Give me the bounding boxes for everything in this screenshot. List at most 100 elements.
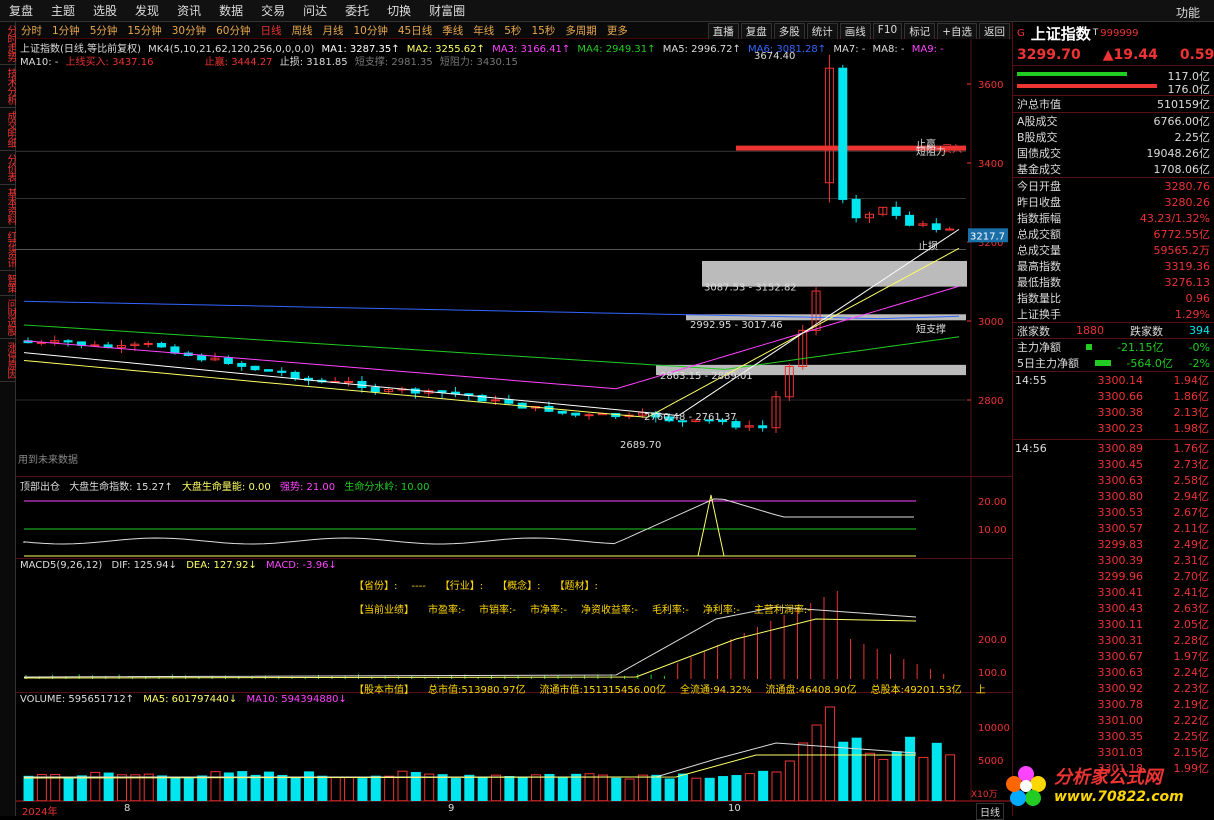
rows3-item-7: 指数量比 0.96 bbox=[1013, 290, 1214, 306]
axis-label: 100.0 bbox=[978, 668, 1007, 679]
volume-bar bbox=[691, 777, 702, 801]
vtab-8[interactable]: 涨停原因 bbox=[0, 339, 16, 382]
menu-item-9[interactable]: 切换 bbox=[387, 2, 411, 19]
period-16[interactable]: 更多 bbox=[607, 23, 628, 38]
vtab-4[interactable]: 基本资料 bbox=[0, 185, 16, 228]
tick-price: 3299.83 bbox=[1097, 537, 1144, 551]
tick-price: 3300.89 bbox=[1097, 441, 1144, 455]
period-14[interactable]: 15秒 bbox=[531, 23, 555, 38]
period-7[interactable]: 周线 bbox=[292, 23, 313, 38]
info-item: 【省份】: bbox=[354, 581, 398, 592]
chart-label: 2863.15 - 2889.01 bbox=[660, 371, 753, 382]
stat-label: B股成交 bbox=[1017, 131, 1058, 144]
chart-label: 2992.95 - 3017.46 bbox=[690, 320, 783, 331]
quote-change: ▲19.44 bbox=[1102, 46, 1158, 63]
menu-item-2[interactable]: 选股 bbox=[93, 2, 117, 19]
chart-area[interactable]: 上证指数(日线,等比前复权) MK4(5,10,21,62,120,256,0,… bbox=[16, 39, 1012, 820]
period-3[interactable]: 15分钟 bbox=[127, 23, 161, 38]
period-9[interactable]: 10分钟 bbox=[354, 23, 388, 38]
period-15[interactable]: 多周期 bbox=[565, 23, 597, 38]
tool-button-0[interactable]: 直播 bbox=[707, 23, 739, 40]
function-menu[interactable]: 功能 bbox=[1176, 4, 1200, 21]
rows3-item-3: 总成交额 6772.55亿 bbox=[1013, 226, 1214, 242]
menu-item-0[interactable]: 复盘 bbox=[9, 2, 33, 19]
tool-button-3[interactable]: 统计 bbox=[806, 23, 838, 40]
tick-list[interactable]: 14:55 3300.14 1.94亿 3300.66 1.86亿 3300.38 2.13… bbox=[1013, 372, 1214, 776]
buy-bar bbox=[1017, 72, 1127, 76]
quote-name[interactable]: 上证指数 bbox=[1031, 23, 1091, 44]
period-8[interactable]: 月线 bbox=[323, 23, 344, 38]
period-0[interactable]: 分时 bbox=[21, 23, 42, 38]
stat-value: 59565.2万 bbox=[1153, 244, 1211, 257]
info-item: 净利率:- bbox=[702, 605, 740, 616]
period-6[interactable]: 日线 bbox=[261, 23, 282, 38]
volume-bar bbox=[945, 754, 956, 801]
volume-bar bbox=[678, 773, 688, 801]
top-menu-bar: 复盘 主题 选股 发现 资讯 数据 交易 问达 委托 切换 财富圈 功能 bbox=[0, 0, 1214, 22]
period-5[interactable]: 60分钟 bbox=[216, 23, 250, 38]
candle-body bbox=[170, 346, 180, 354]
stat-value: 6772.55亿 bbox=[1153, 228, 1211, 241]
flow5-value: -564.0亿 bbox=[1126, 357, 1173, 370]
candle-body bbox=[557, 410, 567, 414]
tool-button-8[interactable]: 返回 bbox=[979, 23, 1010, 40]
candle-body bbox=[143, 342, 153, 345]
vtab-1[interactable]: 技术分析 bbox=[0, 65, 16, 108]
vtab-2[interactable]: 成交明细 bbox=[0, 108, 16, 151]
period-13[interactable]: 5秒 bbox=[504, 23, 521, 38]
quote-code: 999999 bbox=[1100, 27, 1139, 39]
tool-button-1[interactable]: 复盘 bbox=[740, 23, 772, 40]
vtab-7[interactable]: 问财选股 bbox=[0, 296, 16, 339]
menu-item-7[interactable]: 问达 bbox=[303, 2, 327, 19]
tick-volume: 1.94亿 bbox=[1173, 374, 1210, 387]
vtab-3[interactable]: 分价表 bbox=[0, 151, 16, 185]
vtab-6[interactable]: 智策 bbox=[0, 271, 16, 296]
chart-label: 买入 bbox=[942, 143, 962, 155]
volume-chart[interactable]: 10000 5000 X10万 bbox=[16, 693, 1012, 801]
life-legend: 顶部出仓 大盘生命指数: 15.27↑ 大盘生命量能: 0.00 强势: 21.… bbox=[20, 478, 430, 493]
tick-price: 3300.57 bbox=[1097, 521, 1144, 535]
period-12[interactable]: 年线 bbox=[473, 23, 494, 38]
volume-bar bbox=[183, 777, 194, 801]
tool-button-5[interactable]: F10 bbox=[872, 23, 903, 40]
macd-panel[interactable]: 200.0 100.0 MACD5(9,26,12) DIF: 125.94↓ D… bbox=[16, 559, 1012, 696]
info-line-2: 【当前业绩】 市盈率:- 市销率:- 市净率:- 净资收益率:- 毛利率:- 净利率:- 主营… bbox=[354, 601, 825, 616]
quote-panel: G 上证指数 T 999999 3299.70 ▲19.44 0.59% 117… bbox=[1012, 22, 1214, 816]
volume-panel[interactable]: 10000 5000 X10万 VOLUME: 595651712↑ MA5: 60… bbox=[16, 693, 1012, 801]
logo-name: 分析家公式网 bbox=[1054, 767, 1162, 788]
volume-bar bbox=[304, 771, 314, 801]
macd-value: MACD: -3.96↓ bbox=[266, 560, 337, 571]
x-axis: 2024年 8 9 10 日线 bbox=[16, 801, 1012, 820]
flow5-row: 5日主力净额 -564.0亿 -2% bbox=[1013, 355, 1214, 371]
menu-item-10[interactable]: 财富圈 bbox=[429, 2, 465, 19]
volume-bar bbox=[36, 774, 47, 801]
x-axis-period[interactable]: 日线 bbox=[976, 803, 1004, 820]
tool-button-7[interactable]: +自选 bbox=[937, 23, 977, 40]
quote-sup: T bbox=[1092, 28, 1099, 38]
menu-item-6[interactable]: 交易 bbox=[261, 2, 285, 19]
period-11[interactable]: 季线 bbox=[442, 23, 463, 38]
period-1[interactable]: 1分钟 bbox=[52, 23, 80, 38]
menu-item-4[interactable]: 资讯 bbox=[177, 2, 201, 19]
info-item: 【当前业绩】 bbox=[354, 605, 414, 616]
tick-row: 3300.67 1.97亿 bbox=[1013, 648, 1214, 664]
period-10[interactable]: 45日线 bbox=[398, 23, 432, 38]
period-2[interactable]: 5分钟 bbox=[90, 23, 118, 38]
tool-button-4[interactable]: 画线 bbox=[839, 23, 871, 40]
tool-button-6[interactable]: 标记 bbox=[904, 23, 936, 40]
menu-item-1[interactable]: 主题 bbox=[51, 2, 75, 19]
up-count: 1880 bbox=[1076, 324, 1104, 337]
tick-price: 3300.38 bbox=[1097, 405, 1144, 419]
vtab-5[interactable]: 红花资讯 bbox=[0, 228, 16, 271]
ma-line bbox=[23, 228, 960, 417]
period-4[interactable]: 30分钟 bbox=[172, 23, 206, 38]
menu-item-8[interactable]: 委托 bbox=[345, 2, 369, 19]
menu-item-3[interactable]: 发现 bbox=[135, 2, 159, 19]
life-indicator-panel[interactable]: 20.00 10.00 顶部出仓 大盘生命指数: 15.27↑ 大盘生命量能: 0… bbox=[16, 477, 1012, 559]
kline-panel[interactable]: 上证指数(日线,等比前复权) MK4(5,10,21,62,120,256,0,… bbox=[16, 39, 1012, 477]
vtab-0[interactable]: 分时走势 bbox=[0, 22, 16, 65]
volume-bar bbox=[557, 776, 568, 801]
menu-item-5[interactable]: 数据 bbox=[219, 2, 243, 19]
tool-button-2[interactable]: 多股 bbox=[773, 23, 805, 40]
kline-chart[interactable]: 360034003200300028003674.403087.53 - 315… bbox=[16, 39, 1012, 477]
